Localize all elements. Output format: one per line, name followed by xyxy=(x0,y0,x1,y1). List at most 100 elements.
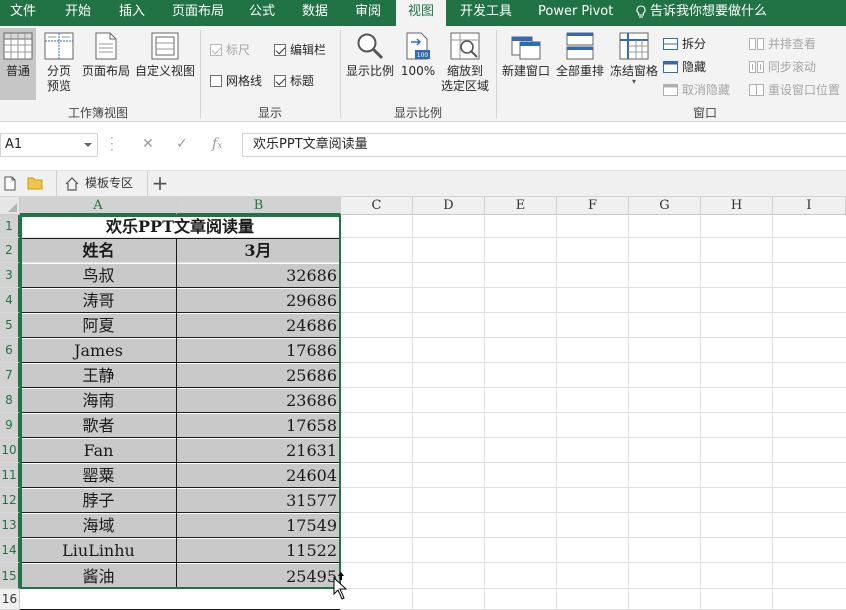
add-tab-icon[interactable]: + xyxy=(150,173,170,194)
row-header[interactable]: 9 xyxy=(0,413,20,438)
row-header[interactable]: 14 xyxy=(0,538,20,563)
template-zone-tab[interactable]: 模板专区 xyxy=(56,171,148,197)
name-cell[interactable]: James xyxy=(21,339,176,363)
name-cell[interactable]: 王静 xyxy=(21,364,176,388)
column-header-b[interactable]: B xyxy=(177,197,341,215)
freeze-panes-button[interactable]: 冻结窗格 ▾ xyxy=(608,28,660,100)
value-cell[interactable]: 21631 xyxy=(177,439,339,463)
name-cell[interactable]: 酱油 xyxy=(21,564,176,589)
select-all-button[interactable] xyxy=(0,197,20,215)
column-header-i[interactable]: I xyxy=(773,197,846,215)
name-cell[interactable]: Fan xyxy=(21,439,176,463)
tab-data[interactable]: 数据 xyxy=(302,0,328,26)
tab-file[interactable]: 文件 xyxy=(10,0,36,26)
name-cell[interactable]: 海南 xyxy=(21,389,176,413)
sync-scroll-button[interactable]: 同步滚动 xyxy=(749,58,816,75)
header-cell-month[interactable]: 3月 xyxy=(177,239,339,262)
row-header[interactable]: 1 xyxy=(0,215,20,238)
custom-views-button[interactable]: 自定义视图 xyxy=(134,28,196,100)
reset-window-position-button[interactable]: 重设窗口位置 xyxy=(749,81,840,98)
row-header[interactable]: 3 xyxy=(0,263,20,288)
name-cell[interactable]: 阿夏 xyxy=(21,314,176,338)
tab-review[interactable]: 审阅 xyxy=(355,0,381,26)
row-header[interactable]: 6 xyxy=(0,338,20,363)
tab-formulas[interactable]: 公式 xyxy=(249,0,275,26)
row-header[interactable]: 4 xyxy=(0,288,20,313)
value-cell[interactable]: 25686 xyxy=(177,364,339,388)
tab-insert[interactable]: 插入 xyxy=(119,0,145,26)
column-header-a[interactable]: A xyxy=(20,197,177,215)
value-cell[interactable]: 17549 xyxy=(177,514,339,538)
split-button[interactable]: 拆分 xyxy=(663,35,706,52)
row-header[interactable]: 10 xyxy=(0,438,20,463)
value-cell[interactable]: 23686 xyxy=(177,389,339,413)
hide-button[interactable]: 隐藏 xyxy=(663,58,706,75)
column-header-g[interactable]: G xyxy=(629,197,701,215)
value-cell[interactable]: 25495 xyxy=(177,564,339,589)
open-folder-icon[interactable] xyxy=(27,176,43,190)
formula-bar-grip-icon[interactable]: · · · xyxy=(110,132,114,156)
tab-power-pivot[interactable]: Power Pivot xyxy=(538,0,613,26)
value-cell[interactable]: 32686 xyxy=(177,264,339,288)
row-header[interactable]: 2 xyxy=(0,238,20,263)
unhide-button[interactable]: 取消隐藏 xyxy=(663,81,730,98)
zoom-100-button[interactable]: 100 100% xyxy=(400,28,436,100)
value-cell[interactable]: 17686 xyxy=(177,339,339,363)
formula-bar-checkbox[interactable]: 编辑栏 xyxy=(274,41,326,58)
worksheet-grid[interactable]: A B C D E F G H I 1 2 3 4 5 6 7 8 9 10 11 12 13 14 15 1… xyxy=(0,197,846,610)
formula-input[interactable]: 欢乐PPT文章阅读量 xyxy=(242,133,846,157)
name-cell[interactable]: 歌者 xyxy=(21,414,176,438)
normal-view-button[interactable]: 普通 xyxy=(0,28,36,100)
name-cell[interactable]: 海域 xyxy=(21,514,176,538)
column-header-h[interactable]: H xyxy=(701,197,773,215)
page-layout-view-button[interactable]: 页面布局 xyxy=(80,28,132,100)
row-header[interactable]: 11 xyxy=(0,463,20,488)
name-cell[interactable]: 罂粟 xyxy=(21,464,176,488)
insert-function-icon[interactable]: fx xyxy=(212,136,222,152)
column-header-f[interactable]: F xyxy=(557,197,629,215)
value-cell[interactable]: 11522 xyxy=(177,539,339,563)
tell-me-label: 告诉我你想要做什么 xyxy=(650,4,768,19)
title-cell[interactable]: 欢乐PPT文章阅读量 xyxy=(21,216,339,237)
value-cell[interactable]: 24686 xyxy=(177,314,339,338)
zoom-to-selection-button[interactable]: 缩放到 选定区域 xyxy=(438,28,492,100)
view-side-by-side-button[interactable]: 并排查看 xyxy=(749,35,816,52)
column-header-e[interactable]: E xyxy=(485,197,557,215)
row-header[interactable]: 8 xyxy=(0,388,20,413)
enter-check-icon[interactable]: ✓ xyxy=(176,136,188,152)
row-header[interactable]: 13 xyxy=(0,513,20,538)
row-header[interactable]: 7 xyxy=(0,363,20,388)
name-cell[interactable]: 涛哥 xyxy=(21,289,176,313)
tab-developer[interactable]: 开发工具 xyxy=(460,0,512,26)
header-cell-name[interactable]: 姓名 xyxy=(21,239,176,262)
row-header[interactable]: 15 xyxy=(0,563,20,589)
value-cell[interactable]: 17658 xyxy=(177,414,339,438)
name-cell[interactable]: LiuLinhu xyxy=(21,539,176,563)
arrange-all-button[interactable]: 全部重排 xyxy=(554,28,606,100)
gridlines-checkbox[interactable]: 网格线 xyxy=(210,72,262,89)
tell-me-search[interactable]: 告诉我你想要做什么 xyxy=(636,0,767,26)
chevron-down-icon[interactable] xyxy=(84,143,92,147)
value-cell[interactable]: 24604 xyxy=(177,464,339,488)
name-cell[interactable]: 鸟叔 xyxy=(21,264,176,288)
headings-checkbox[interactable]: 标题 xyxy=(274,72,314,89)
zoom-button[interactable]: 显示比例 xyxy=(344,28,396,100)
value-cell[interactable]: 29686 xyxy=(177,289,339,313)
new-window-button[interactable]: 新建窗口 xyxy=(500,28,552,100)
column-header-d[interactable]: D xyxy=(413,197,485,215)
tab-view[interactable]: 视图 xyxy=(396,0,446,26)
row-header[interactable]: 5 xyxy=(0,313,20,338)
ruler-checkbox[interactable]: 标尺 xyxy=(210,41,250,58)
name-cell[interactable]: 脖子 xyxy=(21,489,176,513)
row-header[interactable]: 16 xyxy=(0,589,20,610)
name-box[interactable]: A1 xyxy=(0,133,98,157)
page-break-preview-button[interactable]: 分页 预览 xyxy=(40,28,78,100)
column-header-c[interactable]: C xyxy=(341,197,413,215)
tab-home[interactable]: 开始 xyxy=(65,0,91,26)
new-file-icon[interactable] xyxy=(4,176,16,191)
cancel-icon[interactable]: ✕ xyxy=(142,136,154,152)
page-break-preview-icon xyxy=(44,32,74,60)
value-cell[interactable]: 31577 xyxy=(177,489,339,513)
tab-page-layout[interactable]: 页面布局 xyxy=(172,0,224,26)
row-header[interactable]: 12 xyxy=(0,488,20,513)
